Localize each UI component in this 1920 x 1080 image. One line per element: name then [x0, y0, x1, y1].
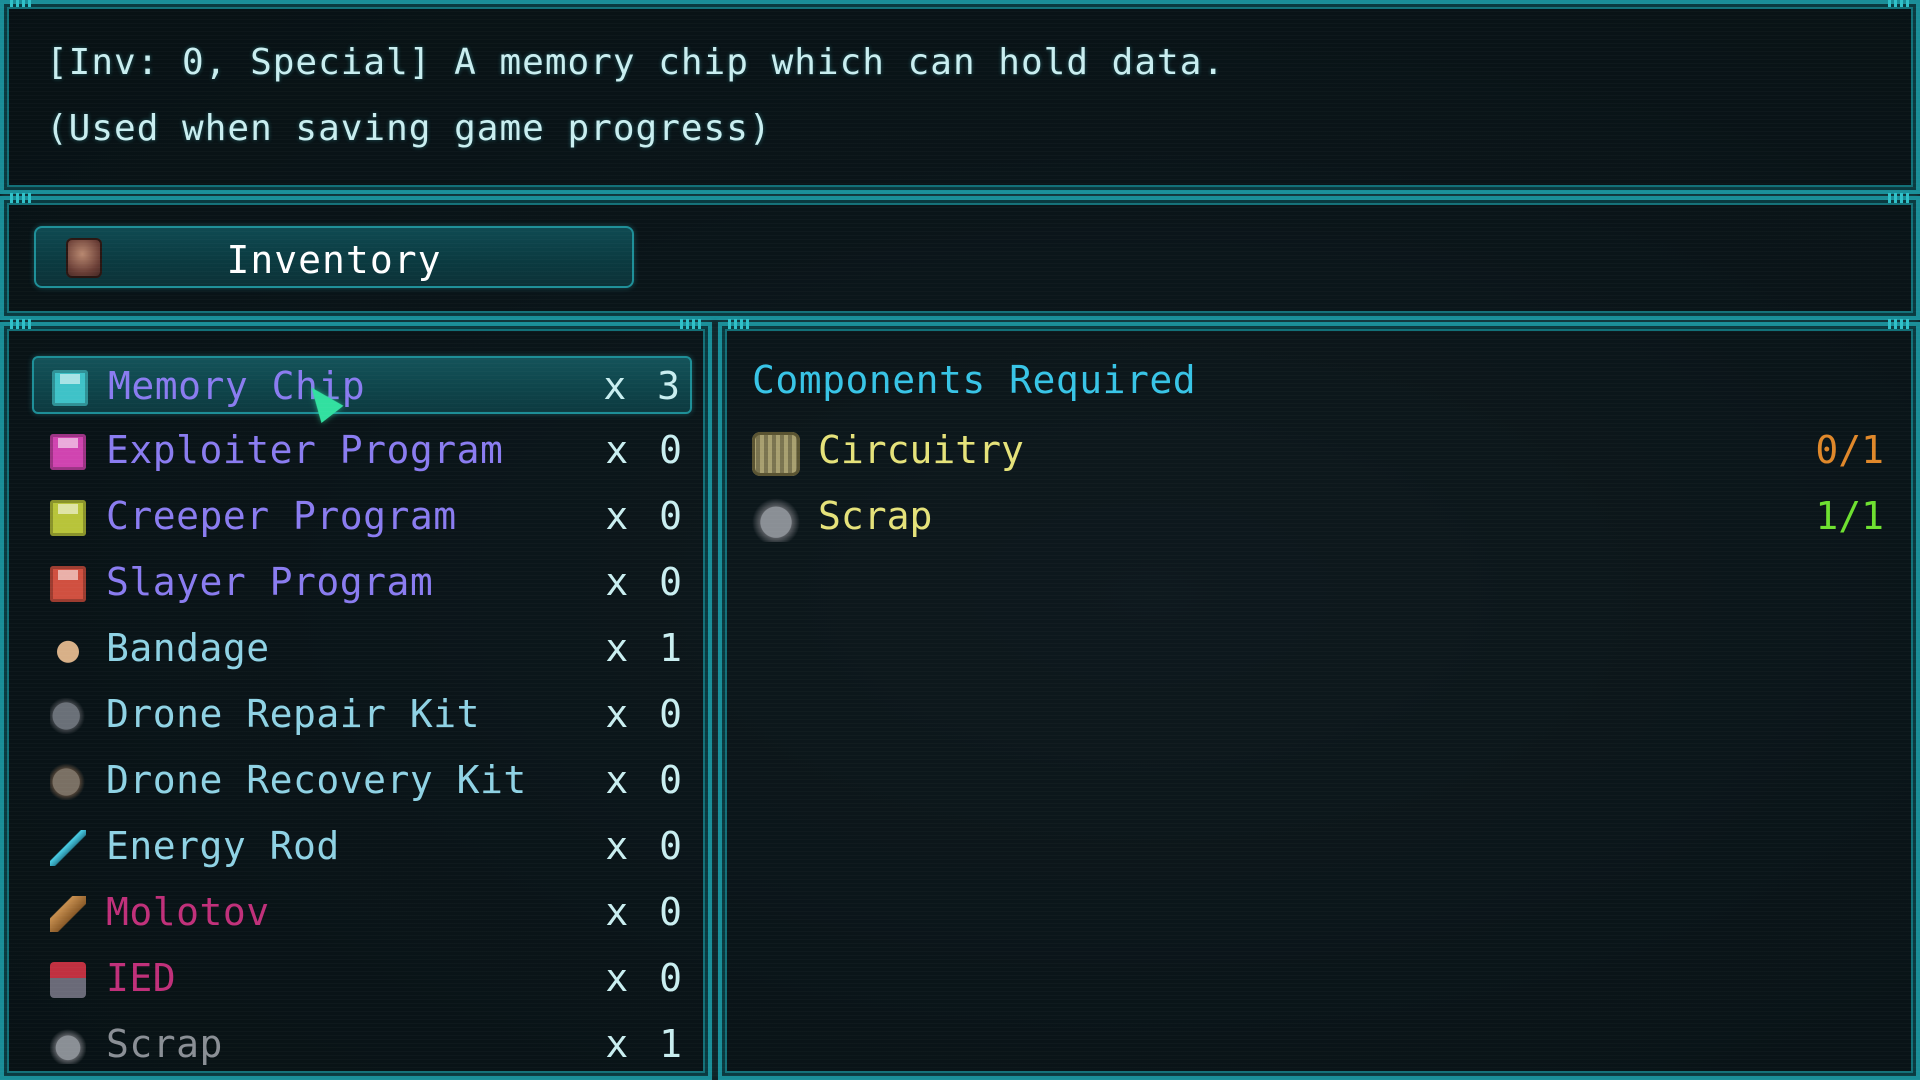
component-name: Circuitry — [818, 428, 1024, 472]
inventory-item-name: Molotov — [106, 890, 270, 934]
inventory-item-name: Bandage — [106, 626, 270, 670]
bandage-icon — [50, 632, 86, 668]
inventory-item-name: Exploiter Program — [106, 428, 504, 472]
inventory-item-count: x 1 — [605, 626, 686, 670]
drone-repair-kit-icon — [50, 698, 86, 734]
components-title: Components Required — [752, 358, 1197, 402]
tab-label: Inventory — [226, 238, 442, 282]
inventory-item[interactable]: Creeper Program x 0 — [32, 488, 692, 546]
inventory-item-name: Drone Repair Kit — [106, 692, 481, 736]
inventory-item-name: Slayer Program — [106, 560, 434, 604]
inventory-item[interactable]: Energy Rod x 0 — [32, 818, 692, 876]
ied-icon — [50, 962, 86, 998]
inventory-item-name: IED — [106, 956, 177, 1000]
inventory-item[interactable]: Slayer Program x 0 — [32, 554, 692, 612]
floppy-yellow-icon — [50, 500, 86, 536]
inventory-item-name: Creeper Program — [106, 494, 457, 538]
inventory-list-panel: Memory Chip x 3 Exploiter Program x 0 Creepe… — [0, 319, 712, 1080]
inventory-item[interactable]: Drone Recovery Kit x 0 — [32, 752, 692, 810]
scrap-icon — [752, 498, 800, 542]
drone-recovery-kit-icon — [50, 764, 86, 800]
inventory-item-count: x 1 — [605, 1022, 686, 1066]
inventory-item-count: x 0 — [605, 758, 686, 802]
component-row: Scrap 1/1 — [744, 488, 1884, 548]
component-name: Scrap — [818, 494, 933, 538]
scrap-icon — [50, 1028, 86, 1064]
inventory-item[interactable]: Memory Chip x 3 — [32, 356, 692, 414]
inventory-item-name: Drone Recovery Kit — [106, 758, 527, 802]
tab-bar: Inventory — [0, 193, 1920, 320]
floppy-red-icon — [50, 566, 86, 602]
inventory-item-count: x 3 — [603, 364, 684, 408]
crafting-screen: [Inv: 0, Special] A memory chip which ca… — [0, 0, 1920, 1080]
inventory-item-count: x 0 — [605, 956, 686, 1000]
energy-rod-icon — [50, 830, 86, 866]
circuitry-icon — [752, 432, 800, 476]
component-count: 1/1 — [1815, 494, 1884, 538]
inventory-item-count: x 0 — [605, 692, 686, 736]
inventory-item[interactable]: Drone Repair Kit x 0 — [32, 686, 692, 744]
inventory-item-count: x 0 — [605, 494, 686, 538]
inventory-item[interactable]: Scrap x 1 — [32, 1016, 692, 1074]
inventory-item-count: x 0 — [605, 428, 686, 472]
inventory-item-name: Scrap — [106, 1022, 223, 1066]
floppy-cyan-icon — [52, 370, 88, 406]
component-row: Circuitry 0/1 — [744, 422, 1884, 482]
inventory-item-count: x 0 — [605, 560, 686, 604]
inventory-item[interactable]: Exploiter Program x 0 — [32, 422, 692, 480]
inventory-item[interactable]: Molotov x 0 — [32, 884, 692, 942]
tab-inventory[interactable]: Inventory — [34, 226, 634, 288]
inventory-item[interactable]: IED x 0 — [32, 950, 692, 1008]
molotov-icon — [50, 896, 86, 932]
inventory-item-count: x 0 — [605, 824, 686, 868]
inventory-item-count: x 0 — [605, 890, 686, 934]
components-panel: Components Required Circuitry 0/1 Scrap 1/1 — [718, 319, 1920, 1080]
inventory-item-name: Energy Rod — [106, 824, 340, 868]
inventory-item[interactable]: Bandage x 1 — [32, 620, 692, 678]
item-description-panel: [Inv: 0, Special] A memory chip which ca… — [0, 0, 1920, 194]
description-line-1: [Inv: 0, Special] A memory chip which ca… — [46, 42, 1226, 83]
floppy-magenta-icon — [50, 434, 86, 470]
component-count: 0/1 — [1815, 428, 1884, 472]
description-line-2: (Used when saving game progress) — [46, 108, 772, 149]
